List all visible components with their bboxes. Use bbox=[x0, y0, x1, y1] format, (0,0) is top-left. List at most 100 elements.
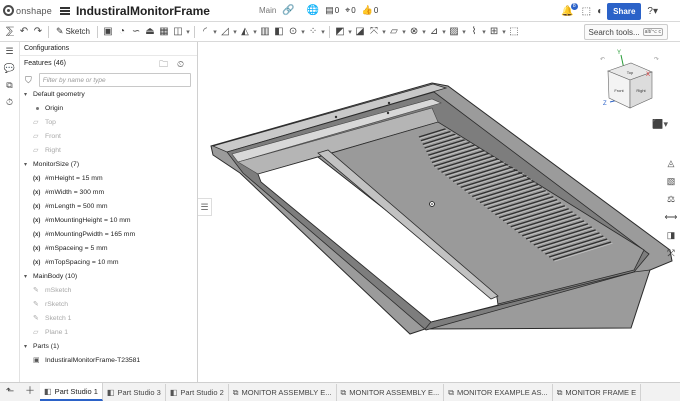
link-icon[interactable]: 🔗 bbox=[282, 5, 294, 16]
history-icon[interactable]: ⏱ bbox=[0, 97, 19, 108]
document-tab[interactable]: ⧉ MONITOR ASSEMBLY E... bbox=[337, 384, 445, 401]
share-button[interactable]: Share bbox=[607, 2, 642, 20]
hamburger-menu-icon[interactable] bbox=[59, 6, 70, 15]
explode-icon[interactable]: ⤱ bbox=[662, 244, 680, 262]
mate-connector-icon[interactable]: ⊗ bbox=[407, 26, 421, 37]
feature-item[interactable]: ▣ IndustiralMonitorFrame-T23581 bbox=[20, 354, 196, 368]
rib-icon[interactable]: ▥ bbox=[258, 26, 272, 37]
feature-folder[interactable]: ▾ MainBody (10) bbox=[20, 270, 196, 284]
feature-item[interactable]: (x) #mTopSpacing = 10 mm bbox=[20, 256, 196, 270]
chevron-down-icon[interactable]: ▾ bbox=[185, 28, 191, 36]
rotate-right-icon[interactable]: ↷ bbox=[654, 56, 659, 63]
parts-list-icon[interactable]: ▧ bbox=[662, 172, 680, 190]
add-tab-icon[interactable]: ＋ bbox=[20, 383, 40, 401]
feature-item[interactable]: ▱ Front bbox=[20, 130, 196, 144]
learning-center-icon[interactable]: ◐ bbox=[597, 6, 603, 17]
plane-icon[interactable]: ▱ bbox=[387, 26, 401, 37]
measure-icon[interactable]: ⟷ bbox=[662, 208, 680, 226]
versions-counter[interactable]: ⌖ 0 bbox=[345, 5, 356, 16]
add-folder-icon[interactable]: 🗀 bbox=[159, 56, 168, 72]
feature-list-icon[interactable]: ☰ bbox=[0, 46, 19, 57]
feature-item[interactable]: ▱ Plane 1 bbox=[20, 326, 196, 340]
appearance-icon[interactable]: ◬ bbox=[662, 154, 680, 172]
hole-icon[interactable]: ⊙ bbox=[286, 26, 300, 37]
feature-item[interactable]: (x) #mSpaceing = 5 mm bbox=[20, 242, 196, 256]
chevron-down-icon[interactable]: ▾ bbox=[320, 28, 326, 36]
feature-folder[interactable]: ▾ MonitorSize (7) bbox=[20, 158, 196, 172]
feature-item[interactable]: ▱ Right bbox=[20, 144, 196, 158]
documents-counter[interactable]: ▤ 0 bbox=[325, 5, 339, 16]
select-icon[interactable]: ⬚ bbox=[507, 26, 521, 37]
graphics-viewport[interactable]: Top Front Right Y Z X ↶ ↷ ⬛▾ ☰ ◬ ▧ ⚖ ⟷ ◨… bbox=[198, 42, 680, 382]
rotate-left-icon[interactable]: ↶ bbox=[600, 56, 605, 63]
document-title[interactable]: IndustiralMonitorFrame bbox=[76, 4, 210, 18]
onshape-logo[interactable]: onshape bbox=[3, 5, 52, 16]
feature-folder[interactable]: ▾ Parts (1) bbox=[20, 340, 196, 354]
search-tools-field[interactable]: Search tools... alt/⌥ c bbox=[583, 24, 668, 40]
configurations-header[interactable]: Configurations bbox=[20, 42, 197, 56]
chevron-down-icon[interactable]: ▾ bbox=[24, 158, 27, 172]
branch-label[interactable]: Main bbox=[259, 6, 276, 15]
feature-item[interactable]: (x) #mWidth = 300 mm bbox=[20, 186, 196, 200]
feature-item[interactable]: ✎ mSketch bbox=[20, 284, 196, 298]
configurations-icon[interactable]: ⧉ bbox=[0, 80, 19, 91]
sweep-icon[interactable]: ∽ bbox=[129, 26, 143, 37]
loft-icon[interactable]: ⏏ bbox=[143, 26, 157, 37]
boolean-icon[interactable]: ◩ bbox=[333, 26, 347, 37]
document-tab[interactable]: ◧ Part Studio 3 bbox=[103, 384, 166, 401]
draft-icon[interactable]: ◭ bbox=[238, 26, 252, 37]
variables-icon[interactable]: ⅀ bbox=[3, 26, 17, 37]
expand-panel-icon[interactable]: ☰ bbox=[198, 198, 212, 216]
comments-icon[interactable]: 💬 bbox=[0, 63, 19, 74]
section-view-icon[interactable]: ◨ bbox=[662, 226, 680, 244]
chevron-down-icon[interactable]: ▾ bbox=[24, 340, 27, 354]
globe-icon[interactable]: 🌐 bbox=[307, 5, 319, 16]
curve-icon[interactable]: ⌇ bbox=[467, 26, 481, 37]
mass-properties-icon[interactable]: ⚖ bbox=[662, 190, 680, 208]
frames-icon[interactable]: ⊞ bbox=[487, 26, 501, 37]
chamfer-icon[interactable]: ◿ bbox=[218, 26, 232, 37]
revolve-icon[interactable]: ◔ bbox=[115, 26, 129, 37]
document-tab[interactable]: ⧉ MONITOR EXAMPLE AS... bbox=[444, 384, 553, 401]
pattern-icon[interactable]: ⁘ bbox=[306, 26, 320, 37]
surface-icon[interactable]: ▨ bbox=[447, 26, 461, 37]
filter-icon[interactable]: ⛉ bbox=[25, 75, 32, 86]
feature-item[interactable]: (x) #mMountingHeight = 10 mm bbox=[20, 214, 196, 228]
sketch-button[interactable]: ✎ Sketch bbox=[56, 26, 90, 37]
undo-icon[interactable]: ↶ bbox=[17, 26, 31, 37]
view-cube[interactable]: Top Front Right Y Z X ↶ ↷ bbox=[600, 50, 659, 109]
split-icon[interactable]: ◪ bbox=[353, 26, 367, 37]
feature-item[interactable]: (x) #mMountingPwidth = 165 mm bbox=[20, 228, 196, 242]
feature-item[interactable]: ✎ rSketch bbox=[20, 298, 196, 312]
thicken-icon[interactable]: ▦ bbox=[157, 26, 171, 37]
shell-icon[interactable]: ◧ bbox=[272, 26, 286, 37]
chevron-down-icon[interactable]: ▾ bbox=[24, 88, 27, 102]
feature-item[interactable]: ▱ Top bbox=[20, 116, 196, 130]
feature-item[interactable]: ✎ Sketch 1 bbox=[20, 312, 196, 326]
help-icon[interactable]: ?▾ bbox=[647, 6, 658, 17]
sheet-metal-icon[interactable]: ⊿ bbox=[427, 26, 441, 37]
transform-icon[interactable]: ⤧ bbox=[367, 26, 381, 37]
z-axis-label: Z bbox=[603, 101, 607, 107]
document-tab[interactable]: ◧ Part Studio 1 bbox=[40, 383, 103, 401]
document-tab[interactable]: ⧉ MONITOR ASSEMBLY E... bbox=[229, 384, 337, 401]
model-canvas[interactable]: Top Front Right Y Z X ↶ ↷ bbox=[198, 42, 680, 382]
rollback-history-icon[interactable]: ⏲ bbox=[177, 56, 184, 72]
likes-counter[interactable]: 👍 0 bbox=[362, 5, 379, 16]
app-store-icon[interactable]: ⬚ bbox=[582, 6, 591, 17]
notifications-button[interactable]: 🔔 8 bbox=[561, 2, 578, 17]
feature-item[interactable]: (x) #mLength = 500 mm bbox=[20, 200, 196, 214]
document-tab[interactable]: ⧉ MONITOR FRAME E bbox=[553, 384, 642, 401]
fillet-icon[interactable]: ◜ bbox=[198, 26, 212, 37]
feature-folder[interactable]: ▾ Default geometry bbox=[20, 88, 196, 102]
chevron-down-icon[interactable]: ▾ bbox=[24, 270, 27, 284]
extrude-icon[interactable]: ▣ bbox=[101, 26, 115, 37]
feature-filter-input[interactable] bbox=[38, 73, 191, 87]
enclose-icon[interactable]: ◫ bbox=[171, 26, 185, 37]
document-tab[interactable]: ◧ Part Studio 2 bbox=[166, 384, 229, 401]
view-options-cube-icon[interactable]: ⬛▾ bbox=[652, 119, 668, 130]
redo-icon[interactable]: ↷ bbox=[31, 26, 45, 37]
tab-manager-icon[interactable]: ⬑ bbox=[0, 383, 20, 401]
feature-item[interactable]: (x) #mHeight = 15 mm bbox=[20, 172, 196, 186]
feature-item[interactable]: Origin bbox=[20, 102, 196, 116]
